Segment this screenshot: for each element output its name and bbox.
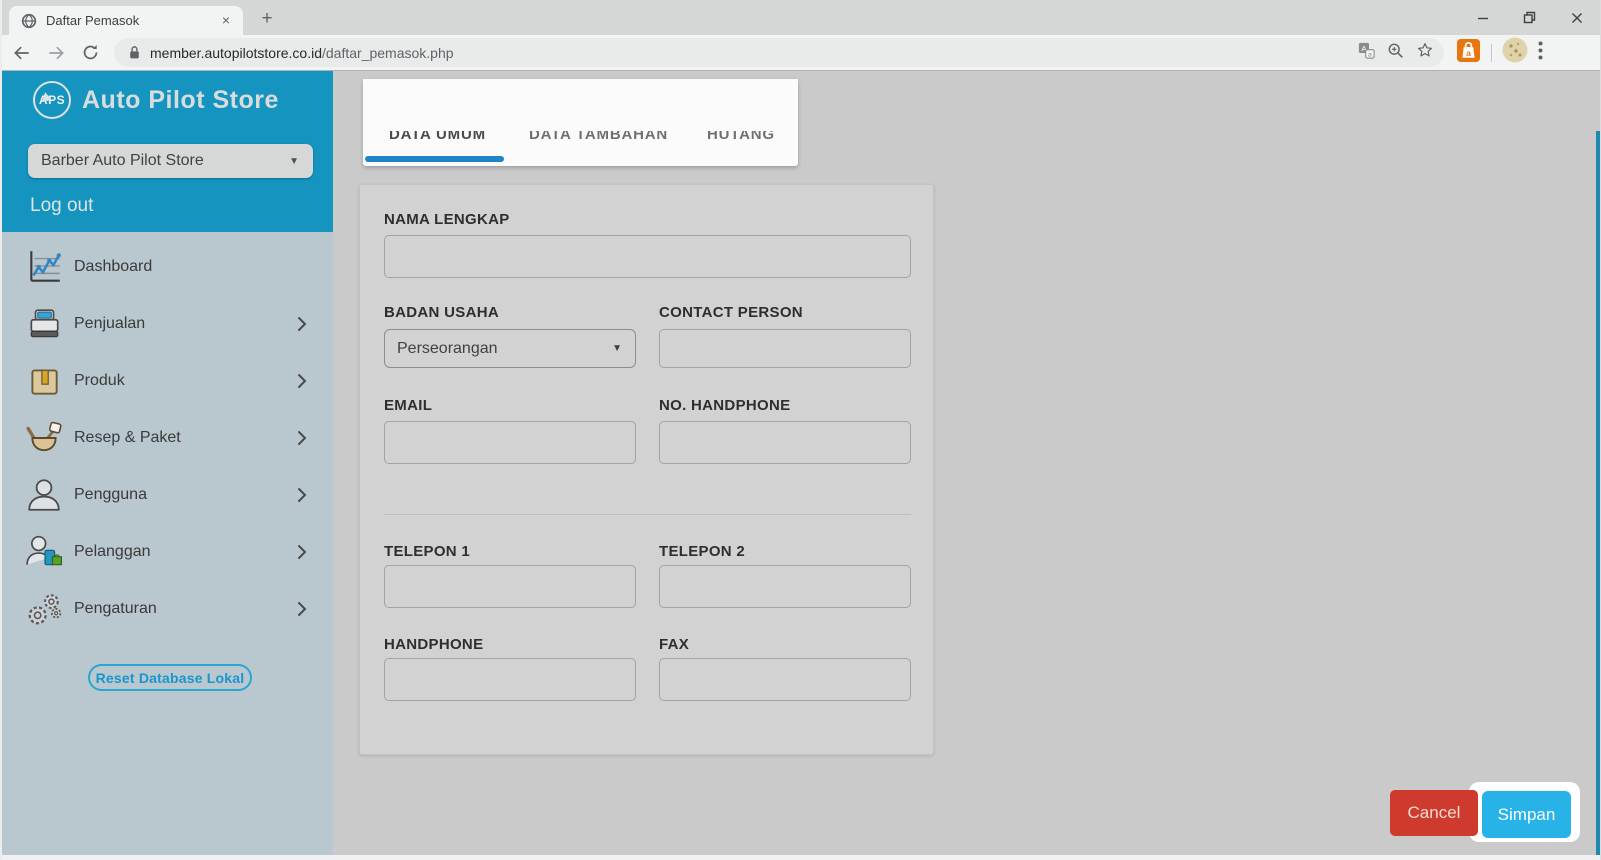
- aps-logo: APS: [33, 81, 71, 119]
- form-card: NAMA LENGKAP BADAN USAHA Perseorangan ▼ …: [359, 184, 934, 755]
- no-handphone-input[interactable]: [659, 421, 911, 464]
- field-label-contact-person: CONTACT PERSON: [659, 304, 911, 321]
- active-tab-underline: [365, 156, 504, 162]
- new-tab-icon[interactable]: +: [254, 7, 280, 33]
- sidebar-item-produk[interactable]: Produk: [2, 352, 333, 409]
- badan-usaha-value: Perseorangan: [397, 340, 612, 358]
- translate-icon[interactable]: A a: [1358, 42, 1375, 64]
- cash-register-icon: [25, 305, 63, 343]
- page-scrollbar[interactable]: [1596, 131, 1601, 855]
- kebab-menu-icon[interactable]: [1538, 41, 1543, 65]
- restore-icon[interactable]: [1506, 0, 1553, 35]
- sidebar-item-label: Pengguna: [74, 486, 147, 504]
- url-domain: member.autopilotstore.co.id: [150, 45, 322, 61]
- product-box-icon: [25, 362, 63, 400]
- sidebar-item-dashboard[interactable]: Dashboard: [2, 238, 333, 295]
- chevron-right-icon: [297, 373, 307, 389]
- bookmark-star-icon[interactable]: [1416, 41, 1434, 64]
- field-label-no-handphone: NO. HANDPHONE: [659, 397, 911, 414]
- close-icon[interactable]: [1553, 0, 1600, 35]
- svg-text:a: a: [1368, 51, 1372, 58]
- form-section-divider: [384, 514, 911, 515]
- minimize-icon[interactable]: [1459, 0, 1506, 35]
- badan-usaha-select[interactable]: Perseorangan ▼: [384, 329, 636, 368]
- lock-icon: [128, 45, 141, 60]
- sidebar-item-label: Penjualan: [74, 315, 145, 333]
- field-label-badan-usaha: BADAN USAHA: [384, 304, 636, 321]
- form-tabstrip: DATA UMUM DATA TAMBAHAN HUTANG: [363, 79, 798, 166]
- sidebar-item-label: Pelanggan: [74, 543, 151, 561]
- sidebar-item-pelanggan[interactable]: Pelanggan: [2, 523, 333, 580]
- fax-input[interactable]: [659, 658, 911, 701]
- tab-title: Daftar Pemasok: [46, 13, 217, 28]
- browser-toolbar: member.autopilotstore.co.id/daftar_pemas…: [2, 35, 1600, 71]
- back-arrow-icon[interactable]: [8, 39, 36, 67]
- window-bottom-border: [2, 855, 1600, 860]
- url-path: /daftar_pemasok.php: [322, 45, 454, 61]
- tabstrip-clip-overlay: [363, 79, 798, 131]
- store-selector[interactable]: Barber Auto Pilot Store ▼: [28, 144, 313, 178]
- brand-title: Auto Pilot Store: [82, 86, 279, 115]
- url-bar[interactable]: member.autopilotstore.co.id/daftar_pemas…: [114, 38, 1444, 67]
- sidebar-item-resep-paket[interactable]: Resep & Paket: [2, 409, 333, 466]
- shopping-extension-icon[interactable]: a: [1456, 38, 1481, 68]
- sidebar-header: APS Auto Pilot Store Barber Auto Pilot S…: [2, 71, 333, 232]
- field-label-telepon1: TELEPON 1: [384, 543, 636, 560]
- chevron-right-icon: [297, 601, 307, 617]
- sidebar-item-pengguna[interactable]: Pengguna: [2, 466, 333, 523]
- email-input[interactable]: [384, 421, 636, 464]
- browser-tab[interactable]: Daftar Pemasok ×: [9, 6, 243, 35]
- sidebar-menu: Dashboard Penjualan Pro: [2, 238, 333, 637]
- mortar-pestle-icon: [25, 419, 63, 457]
- browser-window: Daftar Pemasok × +: [0, 0, 1601, 860]
- browser-tabbar: Daftar Pemasok × +: [2, 0, 1600, 35]
- tab-close-icon[interactable]: ×: [217, 12, 235, 30]
- store-selector-value: Barber Auto Pilot Store: [41, 152, 289, 170]
- sidebar-item-label: Pengaturan: [74, 600, 157, 618]
- sidebar: APS Auto Pilot Store Barber Auto Pilot S…: [2, 71, 333, 855]
- sidebar-item-label: Dashboard: [74, 258, 152, 276]
- dashboard-chart-icon: [25, 248, 63, 286]
- select-arrow-icon: ▼: [612, 343, 622, 354]
- profile-avatar[interactable]: [1502, 37, 1528, 68]
- contact-person-input[interactable]: [659, 329, 911, 368]
- field-label-handphone: HANDPHONE: [384, 636, 636, 653]
- chevron-right-icon: [297, 487, 307, 503]
- field-label-fax: FAX: [659, 636, 911, 653]
- sidebar-item-penjualan[interactable]: Penjualan: [2, 295, 333, 352]
- sidebar-item-label: Produk: [74, 372, 125, 390]
- toolbar-separator: [1491, 44, 1492, 62]
- forward-arrow-icon[interactable]: [42, 39, 70, 67]
- logout-link[interactable]: Log out: [30, 195, 93, 217]
- globe-icon: [21, 13, 37, 29]
- nama-lengkap-input[interactable]: [384, 235, 911, 278]
- svg-text:a: a: [1466, 47, 1471, 57]
- sidebar-item-label: Resep & Paket: [74, 429, 181, 447]
- zoom-magnifier-icon[interactable]: [1387, 42, 1404, 64]
- reset-database-button[interactable]: Reset Database Lokal: [88, 664, 252, 691]
- gears-icon: [25, 590, 63, 628]
- field-label-telepon2: TELEPON 2: [659, 543, 911, 560]
- chevron-right-icon: [297, 316, 307, 332]
- save-button[interactable]: Simpan: [1482, 791, 1571, 838]
- chevron-right-icon: [297, 430, 307, 446]
- chevron-down-icon: ▼: [289, 156, 299, 167]
- reload-icon[interactable]: [76, 39, 104, 67]
- handphone-input[interactable]: [384, 658, 636, 701]
- telepon2-input[interactable]: [659, 565, 911, 608]
- field-label-email: EMAIL: [384, 397, 636, 414]
- sidebar-item-pengaturan[interactable]: Pengaturan: [2, 580, 333, 637]
- field-label-nama-lengkap: NAMA LENGKAP: [384, 211, 510, 228]
- user-icon: [25, 476, 63, 514]
- cancel-button[interactable]: Cancel: [1390, 790, 1478, 836]
- url-text: member.autopilotstore.co.id/daftar_pemas…: [150, 45, 454, 61]
- chevron-right-icon: [297, 544, 307, 560]
- customer-bags-icon: [25, 533, 63, 571]
- telepon1-input[interactable]: [384, 565, 636, 608]
- window-controls: [1459, 0, 1600, 35]
